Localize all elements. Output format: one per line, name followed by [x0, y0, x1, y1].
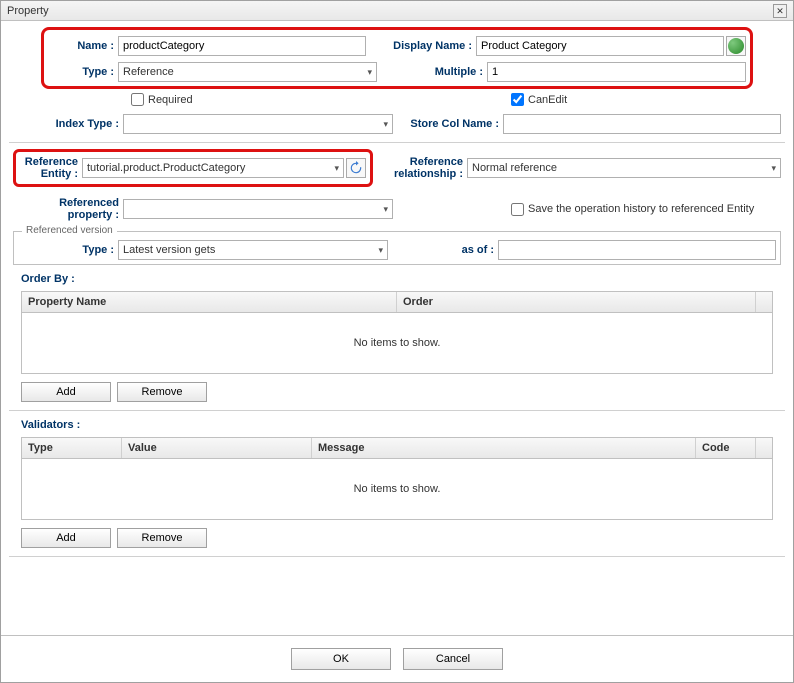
type-select[interactable]: Reference ▾: [118, 62, 377, 82]
divider: [9, 556, 785, 557]
rv-asof-label: as of :: [388, 244, 498, 256]
chevron-down-icon: ▾: [378, 245, 383, 256]
cancel-button[interactable]: Cancel: [403, 648, 503, 670]
validators-col-spacer: [756, 438, 772, 458]
orderby-remove-button[interactable]: Remove: [117, 382, 207, 402]
validators-col-message[interactable]: Message: [312, 438, 696, 458]
validators-grid-header: Type Value Message Code: [22, 438, 772, 459]
ref-entity-label: Reference Entity :: [20, 156, 82, 180]
refresh-button[interactable]: [346, 158, 366, 178]
index-type-label: Index Type :: [13, 118, 123, 130]
store-col-name-input[interactable]: [503, 114, 781, 134]
validators-remove-button[interactable]: Remove: [117, 528, 207, 548]
rv-type-select[interactable]: Latest version gets ▾: [118, 240, 388, 260]
chevron-down-icon: ▾: [771, 163, 776, 174]
multiple-label: Multiple :: [377, 66, 487, 78]
ref-entity-highlight: Reference Entity : tutorial.product.Prod…: [13, 149, 373, 187]
ref-property-label: Referenced property :: [13, 197, 123, 221]
save-history-text: Save the operation history to referenced…: [528, 203, 754, 215]
validators-label: Validators :: [21, 419, 793, 431]
type-value: Reference: [123, 66, 174, 78]
rv-type-value: Latest version gets: [123, 244, 215, 256]
required-checkbox[interactable]: [131, 93, 144, 106]
window-title: Property: [7, 5, 49, 17]
orderby-grid: Property Name Order No items to show.: [21, 291, 773, 374]
chevron-down-icon: ▾: [334, 163, 339, 174]
display-name-input[interactable]: [476, 36, 724, 56]
orderby-buttons: Add Remove: [21, 382, 793, 402]
validators-grid-body: No items to show.: [22, 459, 772, 519]
chevron-down-icon: ▾: [383, 204, 388, 215]
ref-property-select[interactable]: ▾: [123, 199, 393, 219]
referenced-version-legend: Referenced version: [22, 225, 117, 236]
save-history-checkbox[interactable]: [511, 203, 524, 216]
rv-type-label: Type :: [18, 244, 118, 256]
ok-button[interactable]: OK: [291, 648, 391, 670]
ref-entity-value: tutorial.product.ProductCategory: [87, 162, 245, 174]
orderby-empty-text: No items to show.: [354, 337, 441, 349]
validators-add-button[interactable]: Add: [21, 528, 111, 548]
validators-empty-text: No items to show.: [354, 483, 441, 495]
refresh-icon: [349, 161, 363, 175]
save-history-label[interactable]: Save the operation history to referenced…: [511, 203, 754, 216]
main-fields-highlight: Name : Display Name : Type : Reference ▾…: [41, 27, 753, 89]
close-button[interactable]: ✕: [773, 4, 787, 18]
required-checkbox-label[interactable]: Required: [131, 93, 401, 106]
orderby-col-spacer: [756, 292, 772, 312]
ref-entity-select[interactable]: tutorial.product.ProductCategory ▾: [82, 158, 344, 178]
divider: [9, 410, 785, 411]
validators-col-type[interactable]: Type: [22, 438, 122, 458]
validators-col-code[interactable]: Code: [696, 438, 756, 458]
name-label: Name :: [48, 40, 118, 52]
globe-icon: [728, 38, 744, 54]
orderby-col-order[interactable]: Order: [397, 292, 756, 312]
validators-col-value[interactable]: Value: [122, 438, 312, 458]
chevron-down-icon: ▾: [383, 119, 388, 130]
titlebar: Property ✕: [1, 1, 793, 21]
display-name-label: Display Name :: [366, 40, 476, 52]
rv-asof-input[interactable]: [498, 240, 776, 260]
name-input[interactable]: [118, 36, 366, 56]
dialog-footer: OK Cancel: [1, 635, 793, 682]
type-label: Type :: [48, 66, 118, 78]
globe-button[interactable]: [726, 36, 746, 56]
orderby-grid-header: Property Name Order: [22, 292, 772, 313]
index-type-select[interactable]: ▾: [123, 114, 393, 134]
store-col-name-label: Store Col Name :: [393, 118, 503, 130]
orderby-add-button[interactable]: Add: [21, 382, 111, 402]
required-text: Required: [148, 94, 193, 106]
multiple-input[interactable]: [487, 62, 746, 82]
property-dialog: Property ✕ Name : Display Name : Type : …: [0, 0, 794, 683]
orderby-grid-body: No items to show.: [22, 313, 772, 373]
ref-relationship-label: Reference relationship :: [373, 156, 467, 180]
canedit-text: CanEdit: [528, 94, 567, 106]
orderby-col-propertyname[interactable]: Property Name: [22, 292, 397, 312]
divider: [9, 142, 785, 143]
chevron-down-icon: ▾: [367, 67, 372, 78]
dialog-content: Name : Display Name : Type : Reference ▾…: [1, 21, 793, 635]
orderby-label: Order By :: [21, 273, 793, 285]
ref-relationship-value: Normal reference: [472, 162, 557, 174]
ref-relationship-select[interactable]: Normal reference ▾: [467, 158, 781, 178]
canedit-checkbox[interactable]: [511, 93, 524, 106]
validators-buttons: Add Remove: [21, 528, 793, 548]
canedit-checkbox-label[interactable]: CanEdit: [511, 93, 567, 106]
validators-grid: Type Value Message Code No items to show…: [21, 437, 773, 520]
referenced-version-fieldset: Referenced version Type : Latest version…: [13, 231, 781, 265]
